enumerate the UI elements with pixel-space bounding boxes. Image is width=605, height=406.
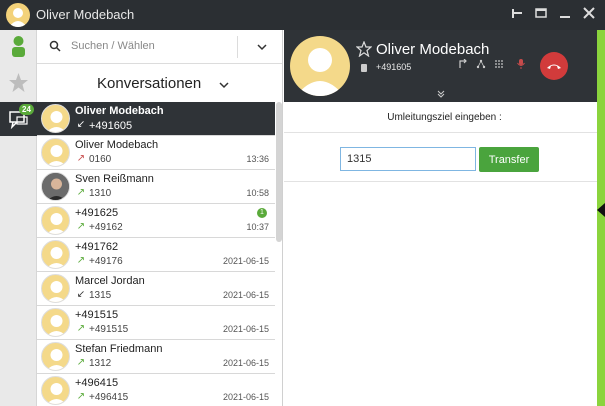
outgoing-call-icon: ↗: [76, 221, 86, 232]
hangup-icon: [547, 64, 561, 69]
avatar: [41, 274, 70, 303]
pin-icon[interactable]: [509, 6, 525, 22]
contact-number: +49162: [89, 222, 123, 233]
conversations-badge: 24: [19, 104, 34, 115]
outgoing-call-icon: ↗: [76, 323, 86, 334]
nav-rail: 24: [0, 30, 37, 406]
timestamp: 2021-06-15: [222, 290, 269, 300]
contact-name: +491762: [75, 241, 119, 253]
conversations-title: Konversationen: [97, 75, 202, 92]
contact-name: +496415: [75, 377, 119, 389]
search-input[interactable]: Suchen / Wählen: [71, 40, 155, 52]
chevron-down-icon[interactable]: [257, 42, 267, 52]
search-bar: Suchen / Wählen: [37, 30, 282, 64]
avatar: [41, 240, 70, 269]
avatar: [41, 308, 70, 337]
caller-number: +491605: [376, 62, 412, 72]
close-icon[interactable]: [581, 6, 597, 22]
list-item[interactable]: +491762 ↗ +49176 2021-06-15: [37, 238, 275, 272]
avatar: [41, 206, 70, 235]
scrollbar[interactable]: [276, 102, 282, 242]
transfer-button[interactable]: Transfer: [479, 147, 539, 172]
avatar: [41, 104, 70, 133]
edge-strip: [597, 30, 605, 406]
contact-number: +49176: [89, 256, 123, 267]
title-bar: Oliver Modebach: [0, 0, 605, 30]
caller-name: Oliver Modebach: [376, 41, 490, 58]
rail-item-conversations[interactable]: 24: [0, 102, 37, 136]
mute-mic-icon[interactable]: [516, 58, 526, 70]
timestamp: 2021-06-15: [222, 358, 269, 368]
outgoing-call-icon: ↗: [76, 255, 86, 266]
contact-number: 1312: [89, 358, 112, 369]
timestamp: 10:58: [246, 188, 269, 198]
avatar: [41, 138, 70, 167]
missed-call-icon: ↗: [76, 153, 86, 164]
conversation-list: Oliver Modebach ↙ +491605 Oliver Modebac…: [37, 102, 275, 406]
search-icon: [49, 40, 61, 52]
outgoing-call-icon: ↗: [76, 391, 86, 402]
divider: [237, 36, 238, 58]
incoming-call-icon: ↙: [76, 289, 86, 300]
timestamp: 10:37: [246, 222, 269, 232]
contact-number: 0160: [89, 154, 112, 165]
contact-number: +496415: [89, 392, 129, 403]
incoming-call-icon: ↙: [76, 119, 86, 130]
redirect-target-input[interactable]: [340, 147, 476, 171]
conference-icon[interactable]: [476, 59, 486, 69]
outgoing-call-icon: ↗: [76, 187, 86, 198]
contact-name: Oliver Modebach: [75, 139, 159, 151]
list-item[interactable]: Oliver Modebach ↙ +491605: [37, 102, 275, 136]
favorites-star-icon: [9, 73, 28, 92]
contact-name: Marcel Jordan: [75, 275, 145, 287]
timestamp: 2021-06-15: [222, 324, 269, 334]
contact-number: 1310: [89, 188, 112, 199]
list-item[interactable]: Sven Reißmann ↗ 1310 10:58: [37, 170, 275, 204]
contact-number: +491605: [89, 120, 133, 132]
chevron-down-icon: [219, 82, 229, 89]
active-call-header: Oliver Modebach +491605: [284, 30, 605, 102]
conversations-header[interactable]: Konversationen: [37, 64, 282, 102]
timestamp: 2021-06-15: [222, 392, 269, 402]
avatar: [41, 376, 70, 405]
rail-item-favorites[interactable]: [0, 66, 37, 100]
contacts-icon: [12, 36, 25, 57]
app-logo: [6, 3, 30, 27]
arrow-left-icon: [597, 203, 605, 217]
contact-number: +491515: [89, 324, 129, 335]
unread-badge: 1: [257, 208, 267, 218]
redirect-label: Umleitungsziel eingeben :: [387, 112, 502, 123]
list-item[interactable]: Oliver Modebach ↗ 0160 13:36: [37, 136, 275, 170]
expand-chevron-icon[interactable]: [437, 90, 445, 98]
minimize-icon[interactable]: [557, 6, 573, 22]
avatar: [290, 36, 350, 96]
list-item[interactable]: +496415 ↗ +496415 2021-06-15: [37, 374, 275, 406]
window-title: Oliver Modebach: [36, 7, 135, 22]
contact-name: Sven Reißmann: [75, 173, 154, 185]
timestamp: 2021-06-15: [222, 256, 269, 266]
phone-line-icon: [361, 64, 367, 72]
favorite-star-icon[interactable]: [356, 41, 372, 57]
contact-name: Oliver Modebach: [75, 105, 164, 117]
timestamp: 13:36: [246, 154, 269, 164]
list-item[interactable]: Marcel Jordan ↙ 1315 2021-06-15: [37, 272, 275, 306]
restore-icon[interactable]: [533, 6, 549, 22]
list-item[interactable]: +491625 1 ↗ +49162 10:37: [37, 204, 275, 238]
contact-name: +491515: [75, 309, 119, 321]
transfer-icon[interactable]: [458, 59, 468, 69]
avatar: [41, 172, 70, 201]
list-item[interactable]: Stefan Friedmann ↗ 1312 2021-06-15: [37, 340, 275, 374]
avatar: [41, 342, 70, 371]
outgoing-call-icon: ↗: [76, 357, 86, 368]
contact-number: 1315: [89, 290, 112, 301]
contact-name: +491625: [75, 207, 119, 219]
conversation-panel: Suchen / Wählen Konversationen Oliver Mo…: [37, 30, 283, 406]
list-item[interactable]: +491515 ↗ +491515 2021-06-15: [37, 306, 275, 340]
rail-item-contacts[interactable]: [0, 30, 37, 64]
hangup-button[interactable]: [540, 52, 568, 80]
keypad-icon[interactable]: [494, 59, 504, 69]
contact-name: Stefan Friedmann: [75, 343, 163, 355]
